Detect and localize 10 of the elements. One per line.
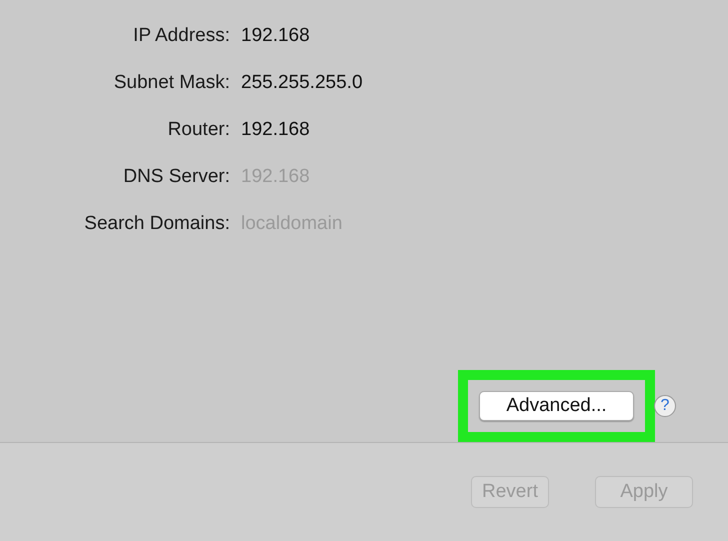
field-label: IP Address: [132, 24, 230, 48]
field-label: Subnet Mask: [112, 71, 230, 95]
field-value: 255.255.255.0 [241, 71, 364, 95]
field-label: DNS Server: [122, 165, 230, 189]
help-button[interactable]: ? [654, 395, 676, 417]
field-value: 192.168 [241, 24, 311, 48]
advanced-button[interactable]: Advanced... [479, 391, 634, 421]
field-value: 192.168 [241, 118, 311, 142]
field-label: Search Domains: [83, 212, 230, 236]
field-label: Router: [166, 118, 230, 142]
